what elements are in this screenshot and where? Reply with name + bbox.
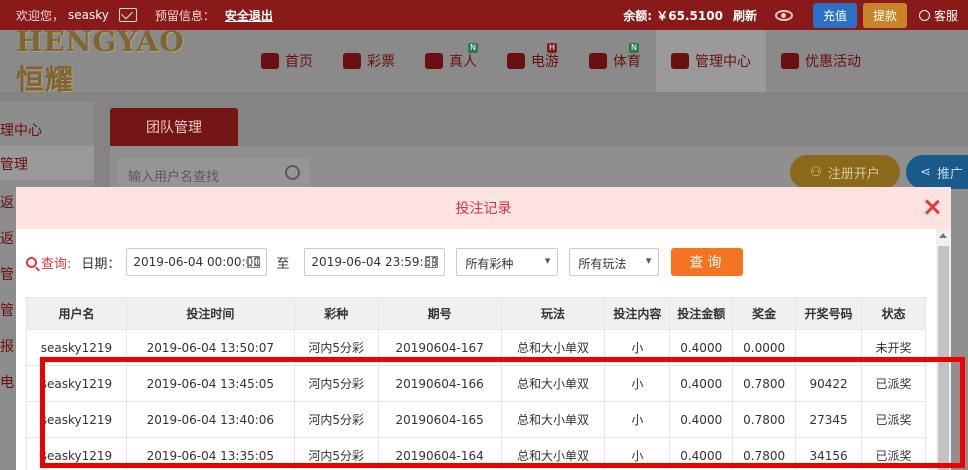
- query-button[interactable]: 查询: [671, 248, 744, 276]
- new-badge: N: [629, 43, 639, 53]
- share-icon: ⋖: [920, 164, 931, 180]
- sidebar-item[interactable]: 管: [0, 264, 14, 284]
- calendar-icon[interactable]: [247, 256, 261, 268]
- search-icon[interactable]: [285, 165, 300, 180]
- notice-label: 预留信息：: [154, 8, 215, 23]
- service-label: 客服: [933, 8, 958, 23]
- hot-badge: H: [547, 43, 557, 53]
- lottery-type-select[interactable]: 所有彩种: [456, 248, 559, 276]
- user-icon: ⚇: [810, 164, 822, 180]
- to-label: 至: [276, 256, 290, 272]
- query-label-text: 查询:: [41, 256, 72, 272]
- sidebar-item[interactable]: 电: [0, 372, 14, 392]
- eye-icon[interactable]: [774, 9, 793, 21]
- column-header: 投注内容: [604, 297, 671, 330]
- column-header: 用户名: [26, 297, 127, 330]
- nav-label: 优惠活动: [805, 54, 861, 70]
- date-label: 日期：: [81, 256, 121, 272]
- nav-label: 体育: [613, 54, 641, 70]
- promotion-button[interactable]: ⋖ 推广: [906, 155, 968, 189]
- nav-slots[interactable]: 电游 H: [492, 30, 574, 92]
- sidebar-item[interactable]: 管: [0, 300, 14, 320]
- nav-home[interactable]: 首页: [246, 30, 328, 92]
- main-nav: HENGYAO恒耀 首页 彩票 真人 N 电游 H 体育 N 管理中心 优惠活动: [0, 25, 968, 96]
- refresh-link[interactable]: 刷新: [733, 7, 757, 24]
- register-label: 注册开户: [827, 166, 880, 182]
- end-date-value: 2019-06-04 23:59:59: [311, 255, 439, 269]
- nav-label: 彩票: [367, 54, 395, 70]
- nav-label: 真人: [449, 54, 477, 70]
- logout-link[interactable]: 安全退出: [225, 7, 273, 24]
- search-placeholder: 输入用户名查找: [128, 170, 220, 185]
- username-search-input[interactable]: 输入用户名查找: [118, 158, 310, 190]
- withdraw-button[interactable]: 提款: [862, 2, 907, 28]
- column-header: 开奖号码: [795, 297, 863, 330]
- tab-team-management[interactable]: 团队管理: [110, 108, 238, 146]
- nav-label: 电游: [531, 54, 559, 70]
- new-badge: N: [468, 43, 478, 53]
- nav-sports[interactable]: 体育 N: [574, 30, 656, 92]
- column-header: 投注金额: [669, 297, 734, 330]
- nav-promotions[interactable]: 优惠活动: [766, 30, 876, 92]
- slot-machine-icon: [507, 53, 525, 69]
- query-bar: 查询: 日期： 2019-06-04 00:00:00 至 2019-06-04…: [16, 247, 936, 277]
- nav-label: 管理中心: [695, 54, 751, 70]
- sidebar-item[interactable]: 报: [0, 336, 14, 356]
- column-header: 玩法: [500, 297, 606, 330]
- table-header: 用户名 投注时间 彩种 期号 玩法 投注内容 投注金额 奖金 开奖号码 状态: [26, 297, 926, 330]
- mail-icon[interactable]: [118, 8, 137, 22]
- sidebar-item[interactable]: 理中心: [0, 120, 42, 140]
- sidebar-item[interactable]: 返: [0, 192, 14, 212]
- play-type-select[interactable]: 所有玩法: [569, 248, 660, 276]
- recharge-button[interactable]: 充值: [812, 2, 857, 28]
- column-header: 彩种: [293, 297, 379, 330]
- trophy-icon: [589, 53, 607, 69]
- modal-header: 投注记录: [16, 187, 951, 229]
- logo[interactable]: HENGYAO恒耀: [16, 25, 206, 96]
- start-date-input[interactable]: 2019-06-04 00:00:00: [126, 248, 268, 276]
- highlight-box: [40, 357, 965, 468]
- ticket-icon: [343, 53, 361, 69]
- column-header: 期号: [377, 297, 502, 330]
- end-date-input[interactable]: 2019-06-04 23:59:59: [304, 248, 446, 276]
- calendar-icon[interactable]: [425, 256, 439, 268]
- search-icon: [26, 256, 37, 268]
- username: seasky: [68, 8, 109, 22]
- column-header: 投注时间: [125, 297, 295, 330]
- users-icon: [671, 53, 689, 69]
- query-label: 查询:: [26, 253, 71, 272]
- nav-live[interactable]: 真人 N: [410, 30, 492, 92]
- modal-title: 投注记录: [455, 201, 512, 217]
- start-date-value: 2019-06-04 00:00:00: [133, 255, 261, 269]
- column-header: 奖金: [732, 297, 797, 330]
- scroll-up-icon[interactable]: [939, 233, 947, 238]
- balance-text: 余额: ￥65.5100: [623, 8, 723, 23]
- gift-icon: [781, 53, 799, 69]
- column-header: 状态: [861, 297, 926, 330]
- nav-label: 首页: [285, 54, 313, 70]
- home-icon: [261, 53, 279, 69]
- nav-lottery[interactable]: 彩票: [328, 30, 410, 92]
- promo-label: 推广: [936, 166, 963, 182]
- welcome-text: 欢迎您，: [16, 8, 65, 23]
- register-account-button[interactable]: ⚇ 注册开户: [790, 155, 900, 189]
- customer-service-link[interactable]: 客服: [918, 7, 958, 24]
- dealer-icon: [425, 53, 443, 69]
- sidebar-item-active[interactable]: 管理: [0, 146, 94, 180]
- sidebar-item[interactable]: 返: [0, 228, 14, 248]
- user-icon: [918, 9, 930, 21]
- close-icon[interactable]: [923, 198, 941, 216]
- nav-management[interactable]: 管理中心: [656, 30, 766, 92]
